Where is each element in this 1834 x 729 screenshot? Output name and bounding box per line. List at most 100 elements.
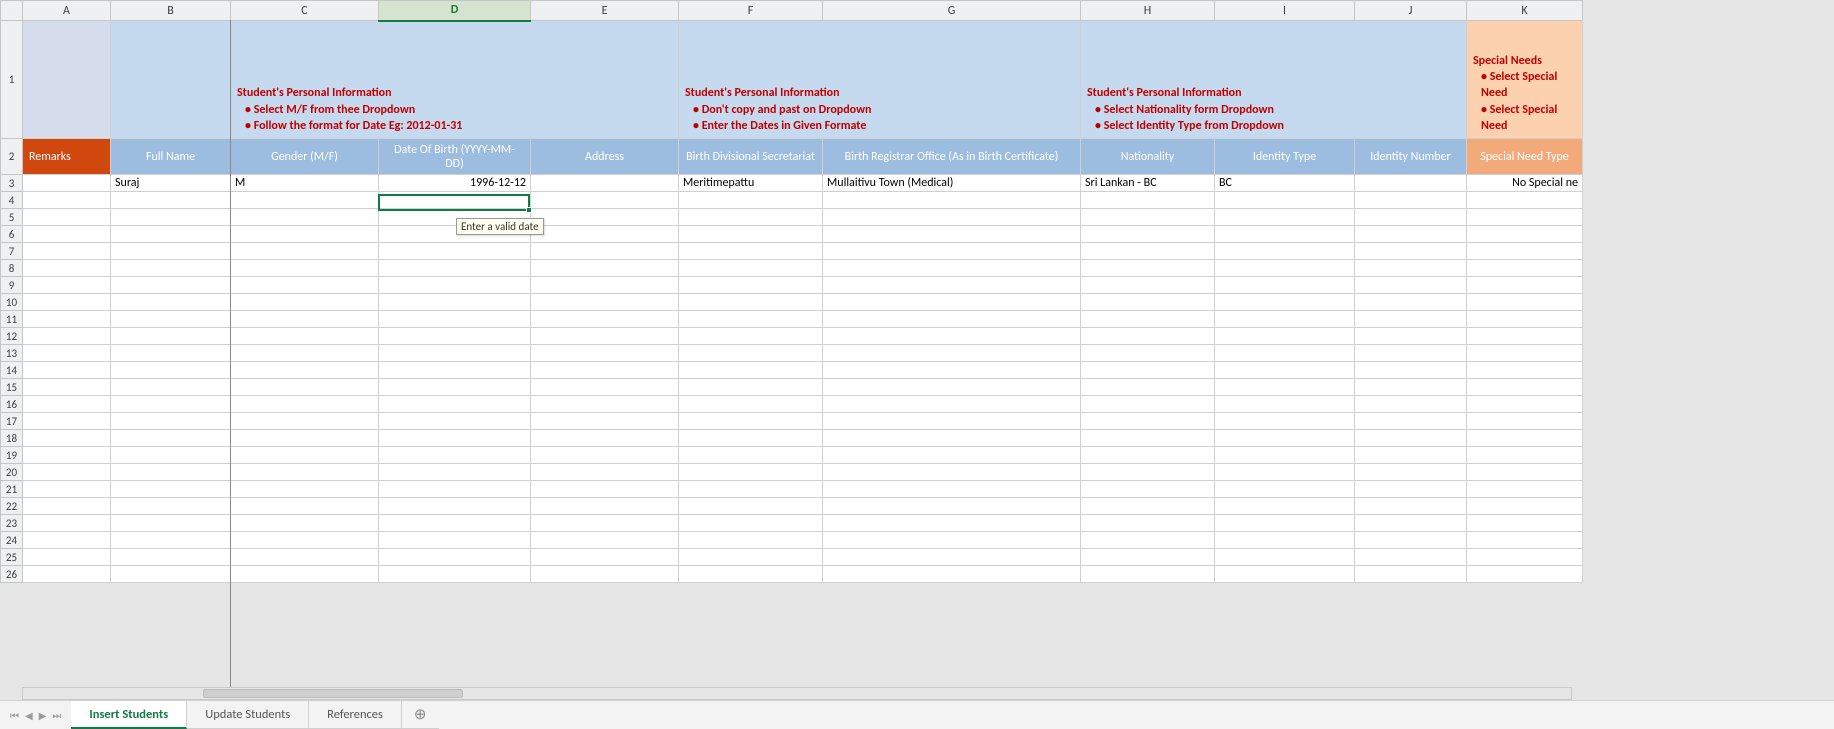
- cell-B15[interactable]: [111, 379, 231, 396]
- row-header-13[interactable]: 13: [1, 345, 23, 362]
- cell-K26[interactable]: [1467, 566, 1583, 583]
- cell-G26[interactable]: [823, 566, 1081, 583]
- cell-F8[interactable]: [679, 260, 823, 277]
- column-header-F[interactable]: F: [679, 1, 823, 21]
- cell-I14[interactable]: [1215, 362, 1355, 379]
- cell-I15[interactable]: [1215, 379, 1355, 396]
- cell-E14[interactable]: [531, 362, 679, 379]
- cell-F4[interactable]: [679, 192, 823, 209]
- cell-D18[interactable]: [379, 430, 531, 447]
- cell-A3[interactable]: [23, 175, 111, 192]
- cell-A8[interactable]: [23, 260, 111, 277]
- cell-I24[interactable]: [1215, 532, 1355, 549]
- row-header-1[interactable]: 1: [1, 21, 23, 139]
- cell-C14[interactable]: [231, 362, 379, 379]
- cell-A13[interactable]: [23, 345, 111, 362]
- cell-B18[interactable]: [111, 430, 231, 447]
- cell-J8[interactable]: [1355, 260, 1467, 277]
- cell-B25[interactable]: [111, 549, 231, 566]
- select-all-corner[interactable]: [1, 1, 23, 21]
- horizontal-scrollbar[interactable]: [22, 687, 1572, 700]
- cell-K6[interactable]: [1467, 226, 1583, 243]
- cell-B26[interactable]: [111, 566, 231, 583]
- cell-I6[interactable]: [1215, 226, 1355, 243]
- cell-G17[interactable]: [823, 413, 1081, 430]
- header-address[interactable]: Address: [531, 139, 679, 175]
- row-header-14[interactable]: 14: [1, 362, 23, 379]
- cell-C5[interactable]: [231, 209, 379, 226]
- cell-D16[interactable]: [379, 396, 531, 413]
- cell-H18[interactable]: [1081, 430, 1215, 447]
- cell-F19[interactable]: [679, 447, 823, 464]
- tab-nav-prev-icon[interactable]: ◀: [25, 709, 33, 722]
- cell-B12[interactable]: [111, 328, 231, 345]
- row-header-25[interactable]: 25: [1, 549, 23, 566]
- cell-G21[interactable]: [823, 481, 1081, 498]
- cell-J13[interactable]: [1355, 345, 1467, 362]
- cell-K21[interactable]: [1467, 481, 1583, 498]
- cell-D24[interactable]: [379, 532, 531, 549]
- cell-D15[interactable]: [379, 379, 531, 396]
- cell-H9[interactable]: [1081, 277, 1215, 294]
- cell-F5[interactable]: [679, 209, 823, 226]
- cell-J3[interactable]: [1355, 175, 1467, 192]
- cell-H10[interactable]: [1081, 294, 1215, 311]
- cell-K4[interactable]: [1467, 192, 1583, 209]
- row-header-16[interactable]: 16: [1, 396, 23, 413]
- cell-C7[interactable]: [231, 243, 379, 260]
- cell-G22[interactable]: [823, 498, 1081, 515]
- cell-E11[interactable]: [531, 311, 679, 328]
- cell-I25[interactable]: [1215, 549, 1355, 566]
- cell-I22[interactable]: [1215, 498, 1355, 515]
- cell-F15[interactable]: [679, 379, 823, 396]
- cell-I12[interactable]: [1215, 328, 1355, 345]
- cell-D21[interactable]: [379, 481, 531, 498]
- cell-C26[interactable]: [231, 566, 379, 583]
- cell-C3[interactable]: M: [231, 175, 379, 192]
- cell-A24[interactable]: [23, 532, 111, 549]
- cell-B17[interactable]: [111, 413, 231, 430]
- row-header-15[interactable]: 15: [1, 379, 23, 396]
- tab-insert-students[interactable]: Insert Students: [71, 701, 187, 729]
- column-header-I[interactable]: I: [1215, 1, 1355, 21]
- cell-G3[interactable]: Mullaitivu Town (Medical): [823, 175, 1081, 192]
- cell-C24[interactable]: [231, 532, 379, 549]
- column-header-A[interactable]: A: [23, 1, 111, 21]
- cell-A5[interactable]: [23, 209, 111, 226]
- cell-D4[interactable]: [379, 192, 531, 209]
- cell-C10[interactable]: [231, 294, 379, 311]
- cell-K15[interactable]: [1467, 379, 1583, 396]
- column-header-H[interactable]: H: [1081, 1, 1215, 21]
- cell-F14[interactable]: [679, 362, 823, 379]
- cell-G10[interactable]: [823, 294, 1081, 311]
- cell-A14[interactable]: [23, 362, 111, 379]
- cell-G6[interactable]: [823, 226, 1081, 243]
- cell-G23[interactable]: [823, 515, 1081, 532]
- cell-J24[interactable]: [1355, 532, 1467, 549]
- cell-I4[interactable]: [1215, 192, 1355, 209]
- cell-E5[interactable]: [531, 209, 679, 226]
- cell-G20[interactable]: [823, 464, 1081, 481]
- cell-H3[interactable]: Sri Lankan - BC: [1081, 175, 1215, 192]
- cell-J22[interactable]: [1355, 498, 1467, 515]
- cell-J21[interactable]: [1355, 481, 1467, 498]
- row-header-24[interactable]: 24: [1, 532, 23, 549]
- cell-E4[interactable]: [531, 192, 679, 209]
- cell-D8[interactable]: [379, 260, 531, 277]
- cell-B4[interactable]: [111, 192, 231, 209]
- cell-C6[interactable]: [231, 226, 379, 243]
- cell-H20[interactable]: [1081, 464, 1215, 481]
- cell-I5[interactable]: [1215, 209, 1355, 226]
- cell-D26[interactable]: [379, 566, 531, 583]
- cell-F9[interactable]: [679, 277, 823, 294]
- cell-I20[interactable]: [1215, 464, 1355, 481]
- cell-E22[interactable]: [531, 498, 679, 515]
- column-header-K[interactable]: K: [1467, 1, 1583, 21]
- cell-G14[interactable]: [823, 362, 1081, 379]
- column-header-G[interactable]: G: [823, 1, 1081, 21]
- cell-C18[interactable]: [231, 430, 379, 447]
- cell-C16[interactable]: [231, 396, 379, 413]
- cell-H22[interactable]: [1081, 498, 1215, 515]
- cell-K17[interactable]: [1467, 413, 1583, 430]
- cell-B9[interactable]: [111, 277, 231, 294]
